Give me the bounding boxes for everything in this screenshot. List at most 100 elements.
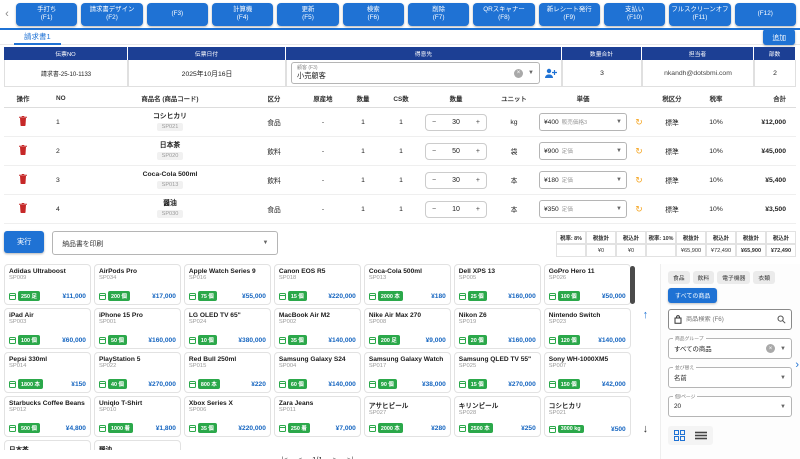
clear-customer-icon[interactable]: × xyxy=(514,69,523,78)
product-card[interactable]: 醤油 xyxy=(94,440,181,450)
product-card[interactable]: Nikon Z6 SP019 20 個 ¥160,000 xyxy=(454,308,541,349)
product-card[interactable]: PlayStation 5 SP022 40 個 ¥270,000 xyxy=(94,352,181,393)
function-key-button[interactable]: 削除 (F7) xyxy=(408,3,469,26)
quantity-stepper[interactable]: − 50 + xyxy=(425,143,487,160)
per-page-select[interactable]: 個/ページ 20 ▼ xyxy=(668,396,792,417)
stepper-plus-icon[interactable]: + xyxy=(476,206,480,213)
function-key-button[interactable]: 手打ち (F1) xyxy=(16,3,77,26)
product-card[interactable]: Zara Jeans SP011 250 着 ¥7,000 xyxy=(274,396,361,437)
scroll-down-icon[interactable]: ↓ xyxy=(643,423,649,435)
stepper-minus-icon[interactable]: − xyxy=(432,206,436,213)
add-customer-icon[interactable] xyxy=(544,68,557,79)
category-chip[interactable]: 電子機器 xyxy=(717,271,750,284)
product-card[interactable]: iPad Air SP003 100 個 ¥60,000 xyxy=(4,308,91,349)
stepper-plus-icon[interactable]: + xyxy=(476,148,480,155)
customer-select[interactable]: 顧客 (F3) 小売顧客 × ▼ xyxy=(291,62,540,84)
delete-line-icon[interactable] xyxy=(19,203,27,213)
product-card[interactable]: Coca-Cola 500ml SP013 2000 本 ¥180 xyxy=(364,264,451,305)
stepper-minus-icon[interactable]: − xyxy=(432,119,436,126)
unit-price-select[interactable]: ¥180 定価 ▼ xyxy=(539,171,627,189)
first-page-icon[interactable]: |< xyxy=(281,455,287,459)
product-search-box[interactable] xyxy=(668,309,792,330)
quantity-stepper[interactable]: − 10 + xyxy=(425,201,487,218)
product-card[interactable]: Sony WH-1000XM5 SP007 150 個 ¥42,000 xyxy=(544,352,631,393)
function-key-button[interactable]: 更新 (F5) xyxy=(277,3,338,26)
unit-price-select[interactable]: ¥400 販売価格3 ▼ xyxy=(539,113,627,131)
function-key-button[interactable]: QRスキャナー (F8) xyxy=(473,3,534,26)
clear-group-icon[interactable]: × xyxy=(766,344,775,353)
product-search-input[interactable] xyxy=(686,316,773,323)
product-card[interactable]: Pepsi 330ml SP014 1800 本 ¥150 xyxy=(4,352,91,393)
chevron-down-icon[interactable]: ▼ xyxy=(528,70,534,76)
product-card[interactable]: Samsung QLED TV 55" SP025 15 個 ¥270,000 xyxy=(454,352,541,393)
collapse-toolbar-icon[interactable]: ‹ xyxy=(2,8,12,20)
all-products-button[interactable]: すべての商品 xyxy=(668,288,717,303)
product-card[interactable]: コシヒカリ SP021 3000 kg ¥500 xyxy=(544,396,631,437)
product-card[interactable]: Adidas Ultraboost SP009 250 足 ¥11,000 xyxy=(4,264,91,305)
category-chip[interactable]: 飲料 xyxy=(693,271,715,284)
product-card[interactable]: キリンビール SP028 2500 本 ¥250 xyxy=(454,396,541,437)
product-card[interactable]: Starbucks Coffee Beans SP012 500 個 ¥4,80… xyxy=(4,396,91,437)
product-card[interactable]: Canon EOS R5 SP018 15 個 ¥220,000 xyxy=(274,264,361,305)
product-card[interactable]: GoPro Hero 11 SP026 100 個 ¥50,000 xyxy=(544,264,631,305)
stock-badge: 10 個 xyxy=(198,335,217,345)
stepper-plus-icon[interactable]: + xyxy=(476,177,480,184)
delete-line-icon[interactable] xyxy=(19,174,27,184)
product-card[interactable]: 日本茶 xyxy=(4,440,91,450)
scroll-up-icon[interactable]: ↑ xyxy=(643,309,649,321)
grid-scrollbar[interactable] xyxy=(630,266,635,304)
product-card[interactable]: Xbox Series X SP006 35 個 ¥220,000 xyxy=(184,396,271,437)
function-key-button[interactable]: 支払い (F10) xyxy=(604,3,665,26)
print-option-select[interactable]: 納品書を印刷 ▼ xyxy=(52,231,278,255)
function-key-button[interactable]: (F3) xyxy=(147,3,208,26)
product-card[interactable]: AirPods Pro SP034 200 個 ¥17,000 xyxy=(94,264,181,305)
category-chip[interactable]: 食品 xyxy=(668,271,690,284)
unit-price-select[interactable]: ¥350 定価 ▼ xyxy=(539,200,627,218)
product-card[interactable]: LG OLED TV 65" SP024 10 個 ¥380,000 xyxy=(184,308,271,349)
product-card[interactable]: Nike Air Max 270 SP008 200 足 ¥9,000 xyxy=(364,308,451,349)
grid-view-icon[interactable] xyxy=(674,430,685,441)
function-key-button[interactable]: 検索 (F6) xyxy=(343,3,404,26)
stepper-plus-icon[interactable]: + xyxy=(476,119,480,126)
reset-price-icon[interactable]: ↻ xyxy=(635,146,643,156)
search-icon[interactable] xyxy=(777,315,786,324)
tab-invoice-1[interactable]: 請求書1 xyxy=(14,29,61,45)
function-key-button[interactable]: フルスクリーンオフ (F11) xyxy=(669,3,730,26)
reset-price-icon[interactable]: ↻ xyxy=(635,204,643,214)
function-key-button[interactable]: 請求書デザイン (F2) xyxy=(81,3,142,26)
function-key-button[interactable]: (F12) xyxy=(735,3,796,26)
reset-price-icon[interactable]: ↻ xyxy=(635,175,643,185)
category-chip[interactable]: 衣類 xyxy=(753,271,775,284)
collapse-sidebar-icon[interactable]: › xyxy=(795,359,799,371)
quantity-stepper[interactable]: − 30 + xyxy=(425,114,487,131)
execute-button[interactable]: 実行 xyxy=(4,231,44,253)
product-card[interactable]: iPhone 15 Pro SP001 50 個 ¥160,000 xyxy=(94,308,181,349)
add-button[interactable]: 追加 xyxy=(763,29,795,45)
product-card[interactable]: Red Bull 250ml SP015 800 本 ¥220 xyxy=(184,352,271,393)
unit-price-select[interactable]: ¥900 定価 ▼ xyxy=(539,142,627,160)
reset-price-icon[interactable]: ↻ xyxy=(635,117,643,127)
prev-page-icon[interactable]: < xyxy=(298,455,302,459)
product-card[interactable]: アサヒビール SP027 2000 本 ¥280 xyxy=(364,396,451,437)
product-card[interactable]: Dell XPS 13 SP005 25 個 ¥160,000 xyxy=(454,264,541,305)
tax-summary-cell: 税込計 xyxy=(766,231,796,244)
product-card[interactable]: Samsung Galaxy Watch SP017 90 個 ¥38,000 xyxy=(364,352,451,393)
list-view-icon[interactable] xyxy=(695,431,707,440)
next-page-icon[interactable]: > xyxy=(333,455,337,459)
product-card-name: Nintendo Switch xyxy=(549,312,626,319)
quantity-stepper[interactable]: − 30 + xyxy=(425,172,487,189)
product-group-select[interactable]: 商品グループ すべての商品 × ▼ xyxy=(668,338,792,359)
product-card[interactable]: Apple Watch Series 9 SP016 75 個 ¥55,000 xyxy=(184,264,271,305)
product-card[interactable]: Nintendo Switch SP023 120 個 ¥140,000 xyxy=(544,308,631,349)
delete-line-icon[interactable] xyxy=(19,116,27,126)
product-card[interactable]: MacBook Air M2 SP002 35 個 ¥140,000 xyxy=(274,308,361,349)
sort-select[interactable]: 並び替え 名前 ▼ xyxy=(668,367,792,388)
function-key-button[interactable]: 新レシート発行 (F9) xyxy=(539,3,600,26)
function-key-button[interactable]: 計算機 (F4) xyxy=(212,3,273,26)
stepper-minus-icon[interactable]: − xyxy=(432,148,436,155)
stepper-minus-icon[interactable]: − xyxy=(432,177,436,184)
product-card[interactable]: Samsung Galaxy S24 SP004 60 個 ¥140,000 xyxy=(274,352,361,393)
last-page-icon[interactable]: >| xyxy=(347,455,353,459)
delete-line-icon[interactable] xyxy=(19,145,27,155)
product-card[interactable]: Uniqlo T-Shirt SP010 1000 着 ¥1,800 xyxy=(94,396,181,437)
